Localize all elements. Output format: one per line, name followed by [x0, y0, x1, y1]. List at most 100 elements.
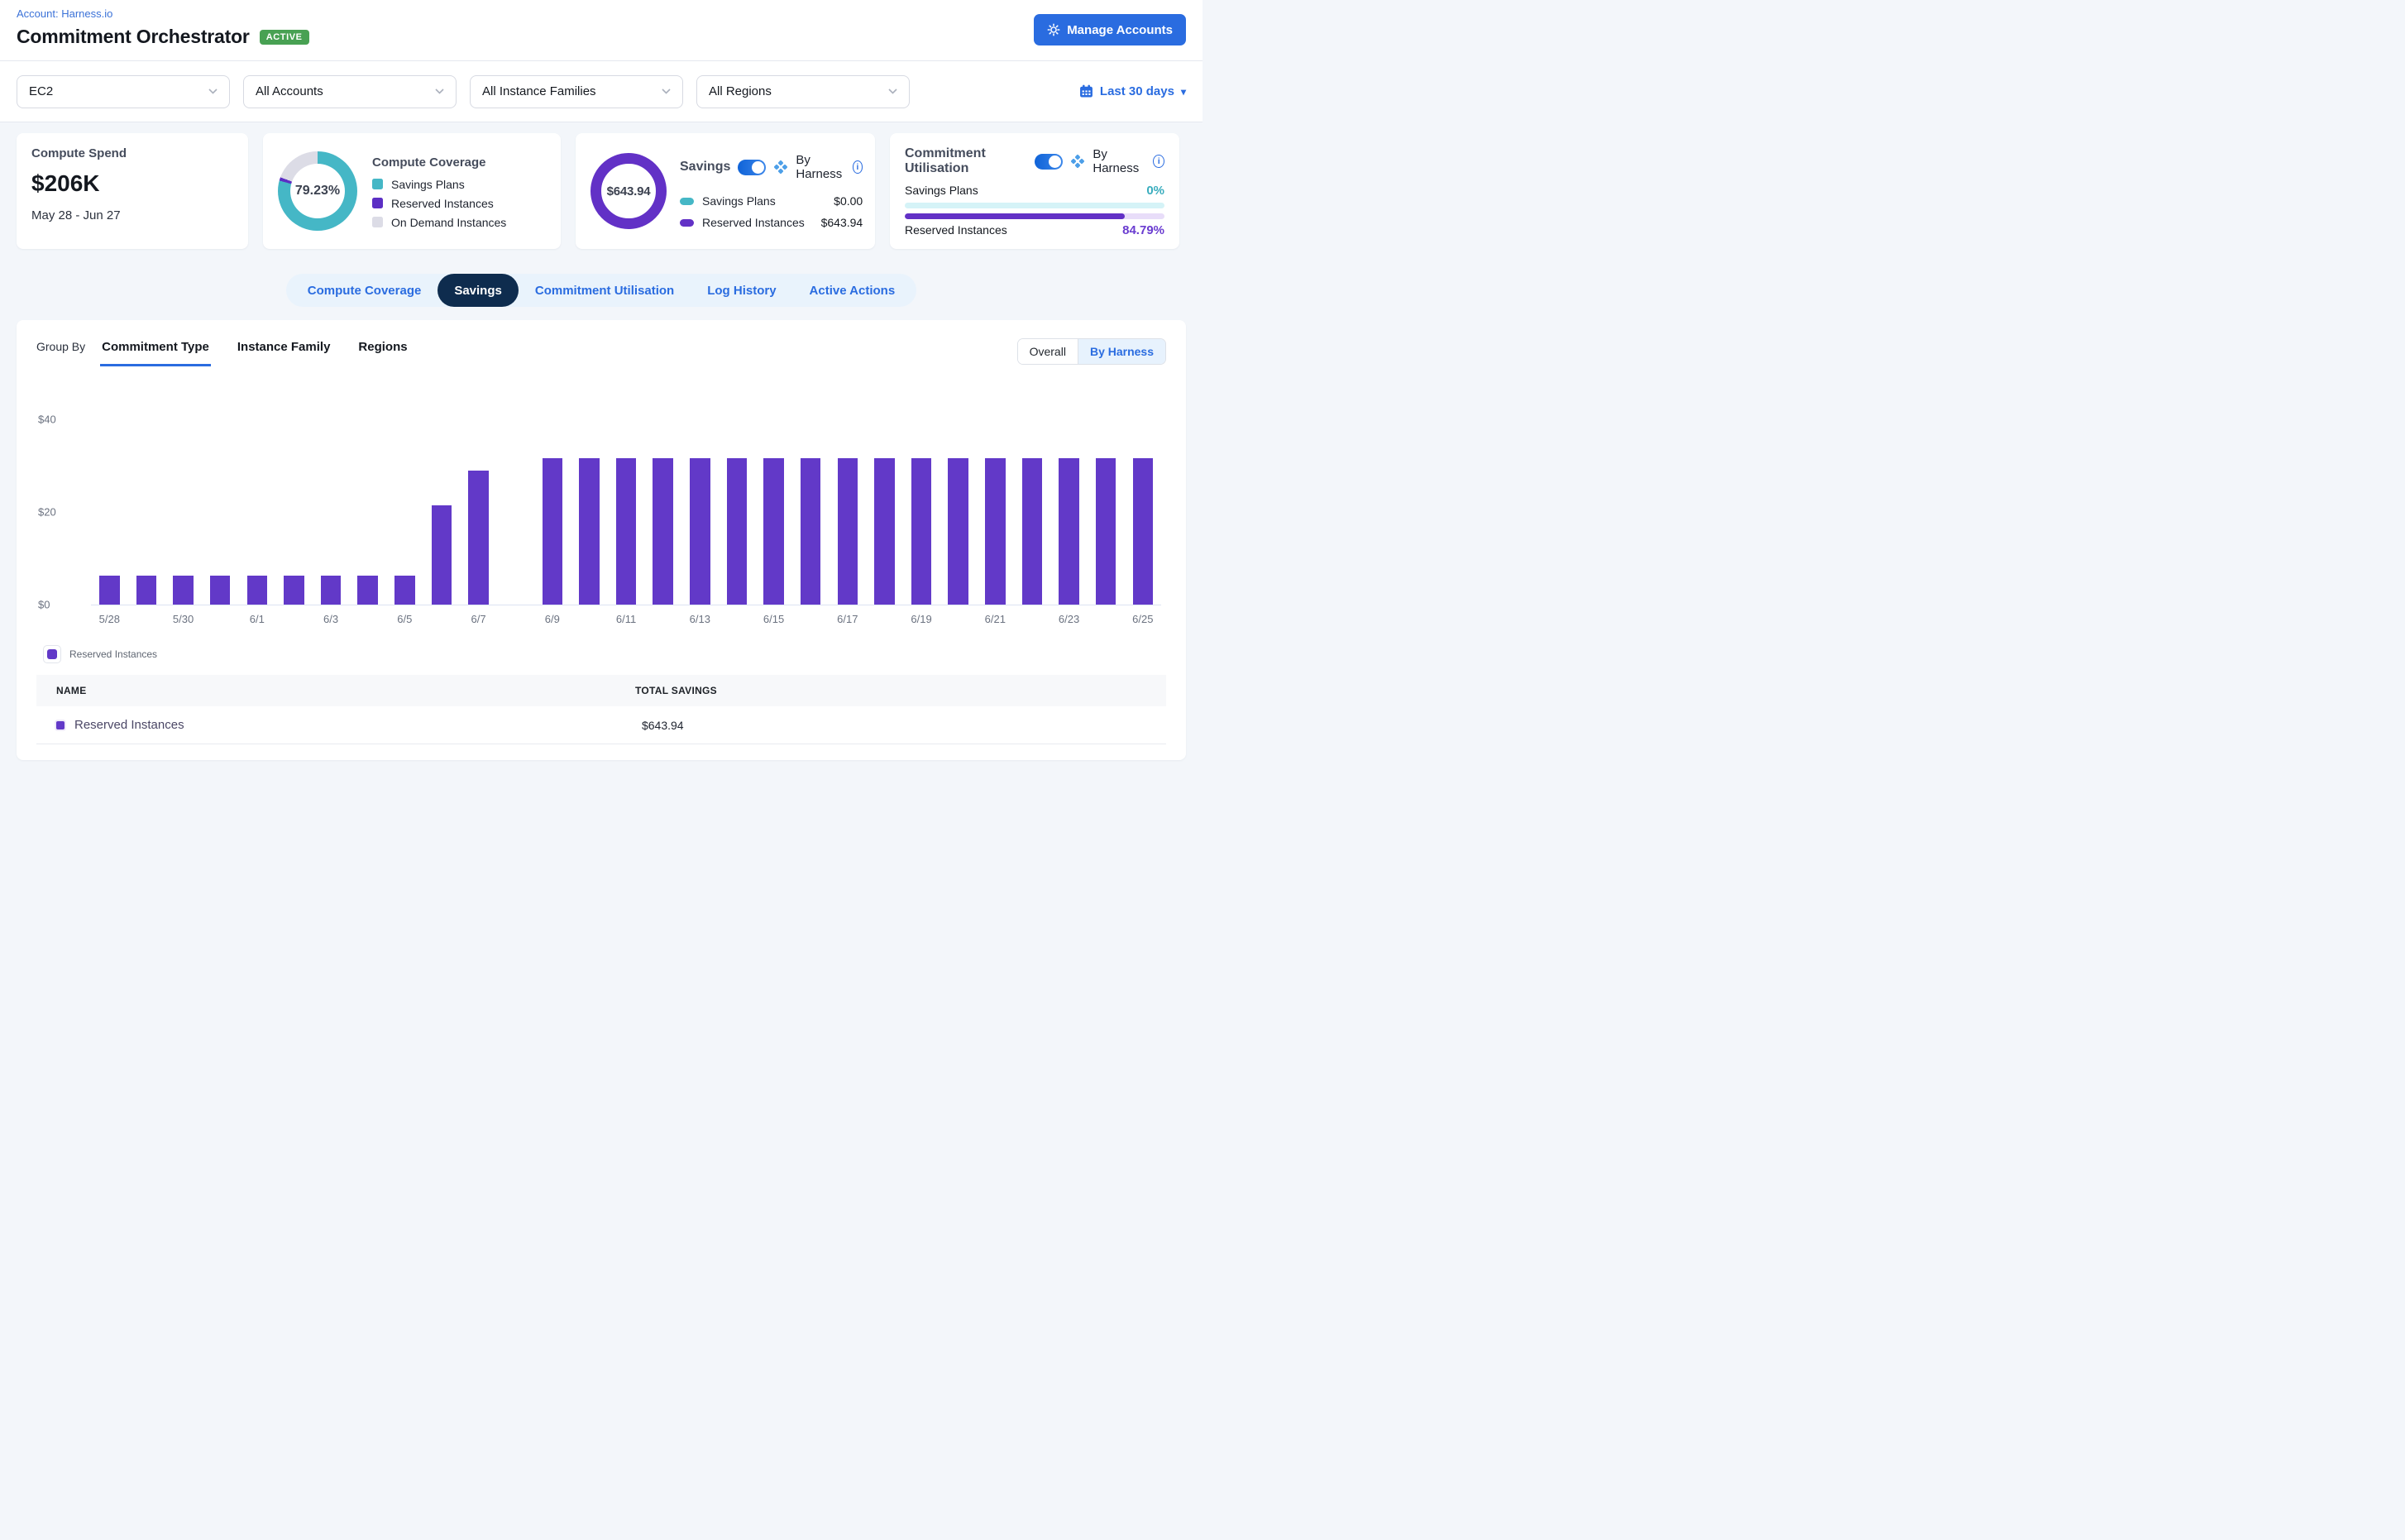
legend-label: On Demand Instances	[391, 216, 506, 229]
bar-5-31[interactable]	[210, 576, 231, 605]
legend-swatch	[372, 179, 383, 189]
savings-row-label: Reserved Instances	[702, 216, 813, 229]
bar-6-12[interactable]	[653, 458, 673, 605]
bar-6-11[interactable]	[616, 458, 637, 605]
x-axis-label	[792, 613, 830, 625]
account-breadcrumb-link[interactable]: Account: Harness.io	[17, 7, 1186, 20]
chart-legend-item[interactable]	[43, 645, 61, 663]
bar-slot	[386, 419, 423, 605]
page-header: Account: Harness.io Commitment Orchestra…	[0, 0, 1202, 61]
savings-card: $643.94 Savings By Harness i	[576, 133, 875, 249]
tab-log-history[interactable]: Log History	[691, 274, 792, 307]
bar-5-28[interactable]	[99, 576, 120, 605]
bar-6-4[interactable]	[357, 576, 378, 605]
legend-swatch	[680, 219, 694, 227]
bar-slot	[903, 419, 940, 605]
x-axis-label: 6/25	[1125, 613, 1162, 625]
legend-swatch	[372, 198, 383, 208]
view-by-harness[interactable]: By Harness	[1078, 339, 1165, 364]
x-axis-label: 6/19	[903, 613, 940, 625]
x-axis-label	[202, 613, 239, 625]
chart-legend-label: Reserved Instances	[69, 648, 157, 660]
x-axis-label	[275, 613, 313, 625]
bar-slot	[128, 419, 165, 605]
savings-row-value: $0.00	[834, 194, 863, 208]
tab-savings[interactable]: Savings	[437, 274, 519, 307]
bar-6-3[interactable]	[321, 576, 342, 605]
savings-title: Savings	[680, 160, 730, 175]
bar-slot	[1088, 419, 1125, 605]
info-icon[interactable]: i	[1153, 155, 1164, 168]
bar-slot	[792, 419, 830, 605]
x-axis-label	[719, 613, 756, 625]
bar-6-6[interactable]	[432, 505, 452, 605]
bar-6-22[interactable]	[1022, 458, 1043, 605]
table-cell-total-savings: $643.94	[635, 719, 1166, 732]
bar-6-9[interactable]	[543, 458, 563, 605]
x-axis-label: 6/9	[534, 613, 571, 625]
bar-6-17[interactable]	[838, 458, 858, 605]
bar-6-15[interactable]	[763, 458, 784, 605]
bar-slot	[940, 419, 977, 605]
x-axis-label: 6/5	[386, 613, 423, 625]
regions-select[interactable]: All Regions	[696, 75, 910, 108]
tab-active-actions[interactable]: Active Actions	[793, 274, 912, 307]
date-range-picker[interactable]: Last 30 days ▾	[1079, 84, 1186, 98]
x-axis-label: 6/21	[977, 613, 1014, 625]
bar-6-10[interactable]	[579, 458, 600, 605]
bar-slot	[830, 419, 867, 605]
util-savings-plans-label: Savings Plans	[905, 184, 1146, 197]
bar-6-13[interactable]	[690, 458, 710, 605]
kpi-cards: Compute Spend $206K May 28 - Jun 27 79.2…	[0, 122, 1202, 259]
groupby-instance-family[interactable]: Instance Family	[236, 338, 332, 364]
bar-5-29[interactable]	[136, 576, 157, 605]
instance-families-select[interactable]: All Instance Families	[470, 75, 683, 108]
view-overall[interactable]: Overall	[1018, 339, 1078, 364]
y-axis-tick: $20	[38, 506, 79, 519]
bar-6-24[interactable]	[1096, 458, 1116, 605]
x-axis-label	[128, 613, 165, 625]
groupby-commitment-type[interactable]: Commitment Type	[100, 338, 211, 366]
calendar-icon	[1079, 84, 1093, 98]
accounts-select[interactable]: All Accounts	[243, 75, 457, 108]
util-savings-plans-value: 0%	[1146, 184, 1164, 198]
bar-6-14[interactable]	[727, 458, 748, 605]
by-harness-toggle[interactable]	[1035, 154, 1063, 170]
tab-commitment-utilisation[interactable]: Commitment Utilisation	[519, 274, 691, 307]
bar-6-1[interactable]	[247, 576, 268, 605]
bar-6-16[interactable]	[801, 458, 821, 605]
bar-slot	[571, 419, 608, 605]
bar-6-23[interactable]	[1059, 458, 1079, 605]
compute-spend-card: Compute Spend $206K May 28 - Jun 27	[17, 133, 248, 249]
manage-accounts-button[interactable]: Manage Accounts	[1034, 14, 1186, 45]
tab-compute-coverage[interactable]: Compute Coverage	[291, 274, 438, 307]
bar-slot	[608, 419, 645, 605]
bar-6-20[interactable]	[948, 458, 968, 605]
section-tabs: Compute CoverageSavingsCommitment Utilis…	[286, 274, 916, 307]
x-axis-label	[940, 613, 977, 625]
by-harness-toggle[interactable]	[738, 160, 766, 175]
y-axis-tick: $40	[38, 414, 79, 426]
bar-6-25[interactable]	[1133, 458, 1154, 605]
x-axis-label	[349, 613, 386, 625]
bar-6-2[interactable]	[284, 576, 304, 605]
commitment-utilisation-title: Commitment Utilisation	[905, 146, 1027, 176]
service-select[interactable]: EC2	[17, 75, 230, 108]
bar-6-7[interactable]	[468, 471, 489, 605]
info-icon[interactable]: i	[853, 160, 863, 174]
gear-icon	[1047, 23, 1060, 36]
legend-label: Savings Plans	[391, 178, 465, 191]
x-axis-label	[423, 613, 461, 625]
bar-6-5[interactable]	[394, 576, 415, 605]
groupby-regions[interactable]: Regions	[356, 338, 409, 364]
bar-6-21[interactable]	[985, 458, 1006, 605]
overall-byharness-switch: OverallBy Harness	[1017, 338, 1166, 365]
bar-6-18[interactable]	[874, 458, 895, 605]
bar-slot	[313, 419, 350, 605]
bar-slot	[497, 419, 534, 605]
bar-5-30[interactable]	[173, 576, 194, 605]
bar-6-19[interactable]	[911, 458, 932, 605]
page-title: Commitment Orchestrator	[17, 26, 250, 48]
savings-row-value: $643.94	[821, 216, 863, 229]
plot-area: $0$20$40	[91, 419, 1161, 605]
